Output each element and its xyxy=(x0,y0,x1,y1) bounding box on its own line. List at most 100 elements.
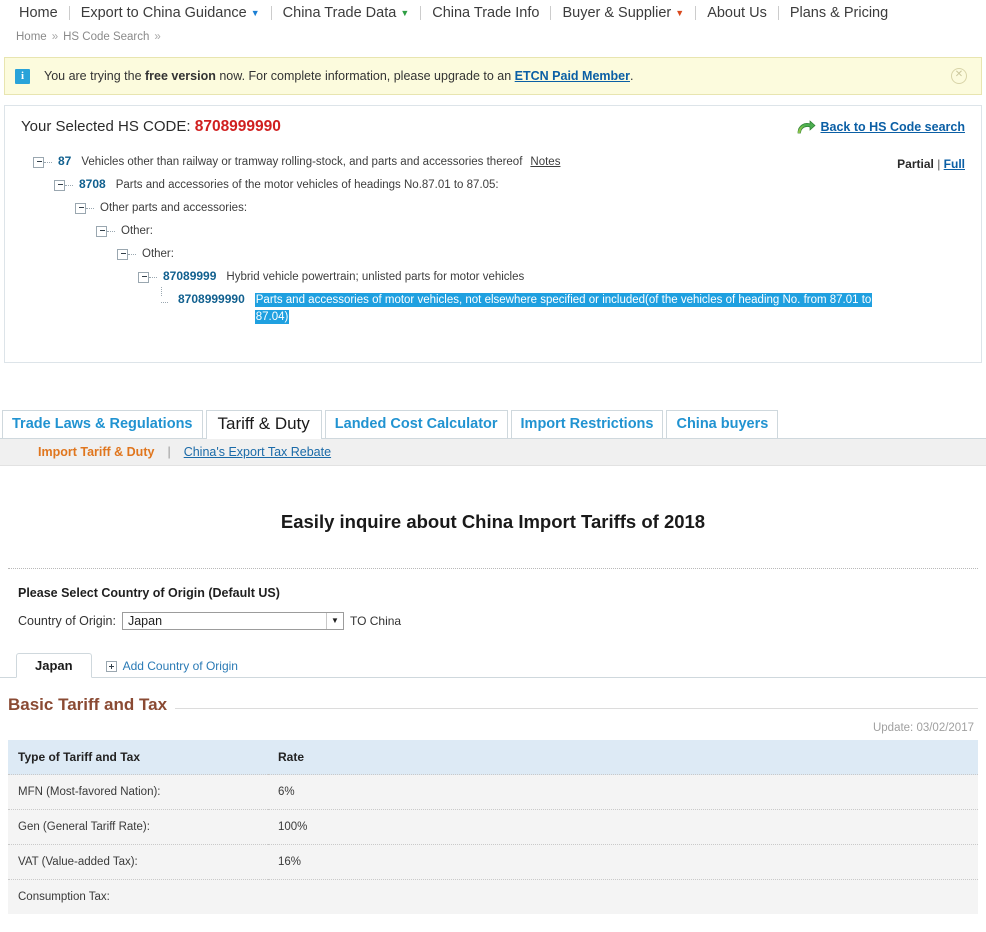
country-of-origin-label: Country of Origin: xyxy=(18,614,116,628)
tree-connector-icon xyxy=(86,208,94,209)
country-tabs: Japan Add Country of Origin xyxy=(16,652,986,678)
tree-collapse-icon[interactable] xyxy=(54,180,65,191)
notice-wrapper: i You are trying the free version now. F… xyxy=(0,49,986,95)
hs-code-panel: Your Selected HS CODE: 8708999990 Back t… xyxy=(4,105,982,363)
nav-item-label: Home xyxy=(19,5,58,21)
table-row: Gen (General Tariff Rate):100% xyxy=(8,810,978,845)
tariff-type-cell: VAT (Value-added Tax): xyxy=(8,845,268,880)
hs-tree-row: 8708 Parts and accessories of the motor v… xyxy=(21,177,965,200)
tree-collapse-icon[interactable] xyxy=(33,157,44,168)
free-version-notice: i You are trying the free version now. F… xyxy=(4,57,982,95)
main-tabs: Trade Laws & RegulationsTariff & DutyLan… xyxy=(2,409,986,439)
subnav-import-tariff-duty[interactable]: Import Tariff & Duty xyxy=(38,445,154,459)
breadcrumb-home[interactable]: Home xyxy=(16,31,47,43)
selected-hs-code-value: 8708999990 xyxy=(195,118,281,135)
table-row: VAT (Value-added Tax):16% xyxy=(8,845,978,880)
table-row: Consumption Tax: xyxy=(8,880,978,915)
chevron-down-icon: ▼ xyxy=(326,613,343,629)
selected-hs-code-label: Your Selected HS CODE: xyxy=(21,118,195,135)
chevron-down-icon: ▼ xyxy=(675,9,684,18)
table-header-row: Type of Tariff and Tax Rate xyxy=(8,740,978,775)
tree-collapse-icon[interactable] xyxy=(138,272,149,283)
selected-hs-code-title: Your Selected HS CODE: 8708999990 xyxy=(21,118,281,136)
hs-tree-description[interactable]: Other: xyxy=(121,223,153,240)
chevron-down-icon: ▼ xyxy=(251,9,260,18)
country-tab-japan[interactable]: Japan xyxy=(16,653,92,678)
tariff-rate-cell xyxy=(268,880,978,915)
section-rule xyxy=(175,708,978,709)
hs-tree-row: 87 Vehicles other than railway or tramway… xyxy=(21,154,965,177)
country-tabs-wrapper: Japan Add Country of Origin xyxy=(0,652,986,678)
nav-item-label: China Trade Info xyxy=(432,5,539,21)
hs-tree-description[interactable]: Vehicles other than railway or tramway r… xyxy=(81,154,560,171)
nav-item-label: Plans & Pricing xyxy=(790,5,888,21)
hs-tree-description[interactable]: Other parts and accessories: xyxy=(100,200,247,217)
column-header-rate: Rate xyxy=(268,740,978,775)
nav-item-label: China Trade Data xyxy=(283,5,397,21)
hs-tree-row: Other parts and accessories: xyxy=(21,200,965,223)
hs-tree-row: Other: xyxy=(21,246,965,269)
to-china-label: TO China xyxy=(350,614,401,628)
hs-tree-code[interactable]: 8708 xyxy=(79,177,106,191)
notice-middle: now. For complete information, please up… xyxy=(216,69,515,83)
highlight-wrapper: Parts and accessories of motor vehicles,… xyxy=(255,292,883,326)
add-country-of-origin-button[interactable]: Add Country of Origin xyxy=(92,659,238,678)
hs-tree-row: 87089999 Hybrid vehicle powertrain; unlis… xyxy=(21,269,965,292)
breadcrumb-separator-2: » xyxy=(154,31,160,43)
country-of-origin-block: Please Select Country of Origin (Default… xyxy=(0,569,986,630)
breadcrumb: Home » HS Code Search » xyxy=(0,25,986,49)
hs-tree-description[interactable]: Other: xyxy=(142,246,174,263)
tariff-type-cell: Consumption Tax: xyxy=(8,880,268,915)
nav-item-plans-pricing[interactable]: Plans & Pricing xyxy=(779,5,899,21)
nav-item-home[interactable]: Home xyxy=(8,5,69,21)
tariff-rate-cell: 100% xyxy=(268,810,978,845)
plus-icon xyxy=(106,661,117,672)
subnav-china-export-tax-rebate[interactable]: China's Export Tax Rebate xyxy=(184,445,331,459)
tree-collapse-icon[interactable] xyxy=(75,203,86,214)
subnav-separator: | xyxy=(167,445,170,459)
hs-tree-code[interactable]: 87 xyxy=(58,154,71,168)
chevron-down-icon: ▼ xyxy=(400,9,409,18)
breadcrumb-hs-code-search[interactable]: HS Code Search xyxy=(63,31,149,43)
tariff-rate-cell: 6% xyxy=(268,775,978,810)
tabs-underline xyxy=(0,438,986,439)
tab-import-restrictions[interactable]: Import Restrictions xyxy=(511,410,664,439)
tariff-rate-cell: 16% xyxy=(268,845,978,880)
country-of-origin-heading: Please Select Country of Origin (Default… xyxy=(18,586,986,600)
hs-tree-description[interactable]: Parts and accessories of the motor vehic… xyxy=(116,177,499,194)
hs-tree-description[interactable]: Hybrid vehicle powertrain; unlisted part… xyxy=(226,269,524,286)
table-row: MFN (Most-favored Nation):6% xyxy=(8,775,978,810)
back-to-hs-code-search-link[interactable]: Back to HS Code search xyxy=(821,120,966,134)
tab-china-buyers[interactable]: China buyers xyxy=(666,410,778,439)
country-of-origin-value: Japan xyxy=(128,614,162,628)
tree-collapse-icon[interactable] xyxy=(96,226,107,237)
hs-notes-link[interactable]: Notes xyxy=(530,156,560,168)
column-header-type: Type of Tariff and Tax xyxy=(8,740,268,775)
tab-trade-laws-regulations[interactable]: Trade Laws & Regulations xyxy=(2,410,203,439)
info-icon: i xyxy=(15,69,30,84)
basic-tariff-header: Basic Tariff and Tax xyxy=(8,695,978,715)
tab-tariff-duty[interactable]: Tariff & Duty xyxy=(206,410,322,439)
tree-connector-icon xyxy=(44,162,52,163)
hs-panel-header: Your Selected HS CODE: 8708999990 Back t… xyxy=(21,118,965,136)
tree-collapse-icon[interactable] xyxy=(117,249,128,260)
hs-code-tree: 87 Vehicles other than railway or tramway… xyxy=(21,154,965,326)
etcn-paid-member-link[interactable]: ETCN Paid Member xyxy=(515,69,630,83)
nav-item-about-us[interactable]: About Us xyxy=(696,5,778,21)
nav-item-china-trade-data[interactable]: China Trade Data▼ xyxy=(272,5,421,21)
nav-item-china-trade-info[interactable]: China Trade Info xyxy=(421,5,550,21)
back-to-hs-code-search[interactable]: Back to HS Code search xyxy=(796,120,966,135)
hs-tree-code[interactable]: 8708999990 xyxy=(178,292,245,306)
tab-landed-cost-calculator[interactable]: Landed Cost Calculator xyxy=(325,410,508,439)
country-of-origin-select[interactable]: Japan ▼ xyxy=(122,612,344,630)
hs-tree-description-selected[interactable]: Parts and accessories of motor vehicles,… xyxy=(255,293,873,324)
country-tabs-underline xyxy=(0,677,986,678)
nav-item-label: Export to China Guidance xyxy=(81,5,247,21)
nav-item-buyer-supplier[interactable]: Buyer & Supplier▼ xyxy=(551,5,695,21)
close-icon[interactable]: ✕ xyxy=(951,68,967,84)
hs-tree-row: 8708999990 Parts and accessories of motor… xyxy=(21,292,965,326)
hs-tree-code[interactable]: 87089999 xyxy=(163,269,216,283)
nav-item-export-to-china-guidance[interactable]: Export to China Guidance ▼ xyxy=(70,5,271,21)
table-head: Type of Tariff and Tax Rate xyxy=(8,740,978,775)
main-tabs-wrapper: Trade Laws & RegulationsTariff & DutyLan… xyxy=(0,409,986,439)
